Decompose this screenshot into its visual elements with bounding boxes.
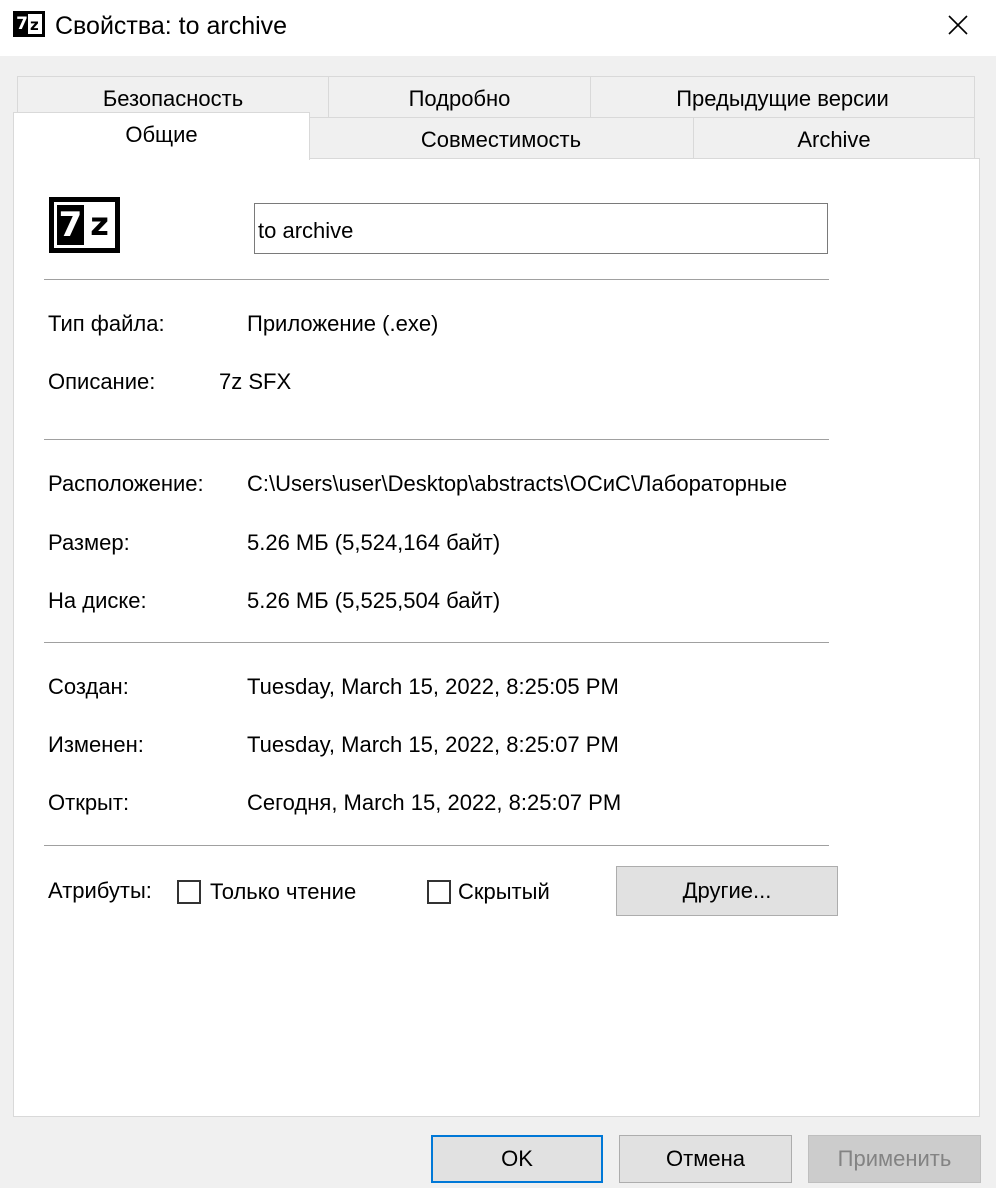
accessed-value: Сегодня, March 15, 2022, 8:25:07 PM	[247, 790, 622, 815]
size-on-disk-label: На диске:	[48, 588, 147, 613]
description-value: 7z SFX	[219, 369, 292, 394]
tab-general[interactable]: Общие	[13, 112, 310, 160]
attributes-label: Атрибуты:	[48, 878, 152, 903]
7z-file-icon: 7z	[49, 197, 120, 253]
close-icon	[948, 15, 968, 35]
size-value: 5.26 МБ (5,524,164 байт)	[247, 530, 501, 555]
location-value: C:\Users\user\Desktop\abstracts\ОСиС\Лаб…	[247, 471, 788, 496]
size-label: Размер:	[48, 530, 130, 555]
accessed-label: Открыт:	[48, 790, 130, 815]
hidden-label[interactable]: Скрытый	[458, 878, 550, 906]
title-bar: 7z Свойства: to archive	[0, 0, 996, 56]
7z-app-icon: 7z	[13, 11, 45, 37]
file-name-input[interactable]	[254, 203, 828, 254]
apply-button[interactable]: Применить	[808, 1135, 981, 1183]
file-type-value: Приложение (.exe)	[247, 311, 439, 336]
cancel-button[interactable]: Отмена	[619, 1135, 792, 1183]
modified-value: Tuesday, March 15, 2022, 8:25:07 PM	[247, 732, 619, 757]
size-on-disk-value: 5.26 МБ (5,525,504 байт)	[247, 588, 501, 613]
tab-compatibility[interactable]: Совместимость	[308, 117, 694, 159]
separator	[44, 845, 829, 846]
readonly-checkbox[interactable]	[177, 880, 201, 904]
separator	[44, 439, 829, 440]
modified-label: Изменен:	[48, 732, 144, 757]
created-label: Создан:	[48, 674, 129, 699]
file-type-label: Тип файла:	[48, 311, 165, 336]
tab-archive[interactable]: Archive	[693, 117, 975, 159]
separator	[44, 642, 829, 643]
window-title: Свойства: to archive	[55, 12, 288, 40]
location-label: Расположение:	[48, 471, 204, 496]
separator	[44, 279, 829, 280]
description-label: Описание:	[48, 369, 156, 394]
ok-button[interactable]: OK	[431, 1135, 603, 1183]
close-button[interactable]	[936, 5, 980, 45]
tab-previous-versions[interactable]: Предыдущие версии	[590, 76, 975, 118]
hidden-checkbox[interactable]	[427, 880, 451, 904]
general-tab-panel	[13, 158, 980, 1117]
readonly-label[interactable]: Только чтение	[210, 878, 356, 906]
advanced-attributes-button[interactable]: Другие...	[616, 866, 838, 916]
created-value: Tuesday, March 15, 2022, 8:25:05 PM	[247, 674, 619, 699]
tab-details[interactable]: Подробно	[328, 76, 591, 118]
